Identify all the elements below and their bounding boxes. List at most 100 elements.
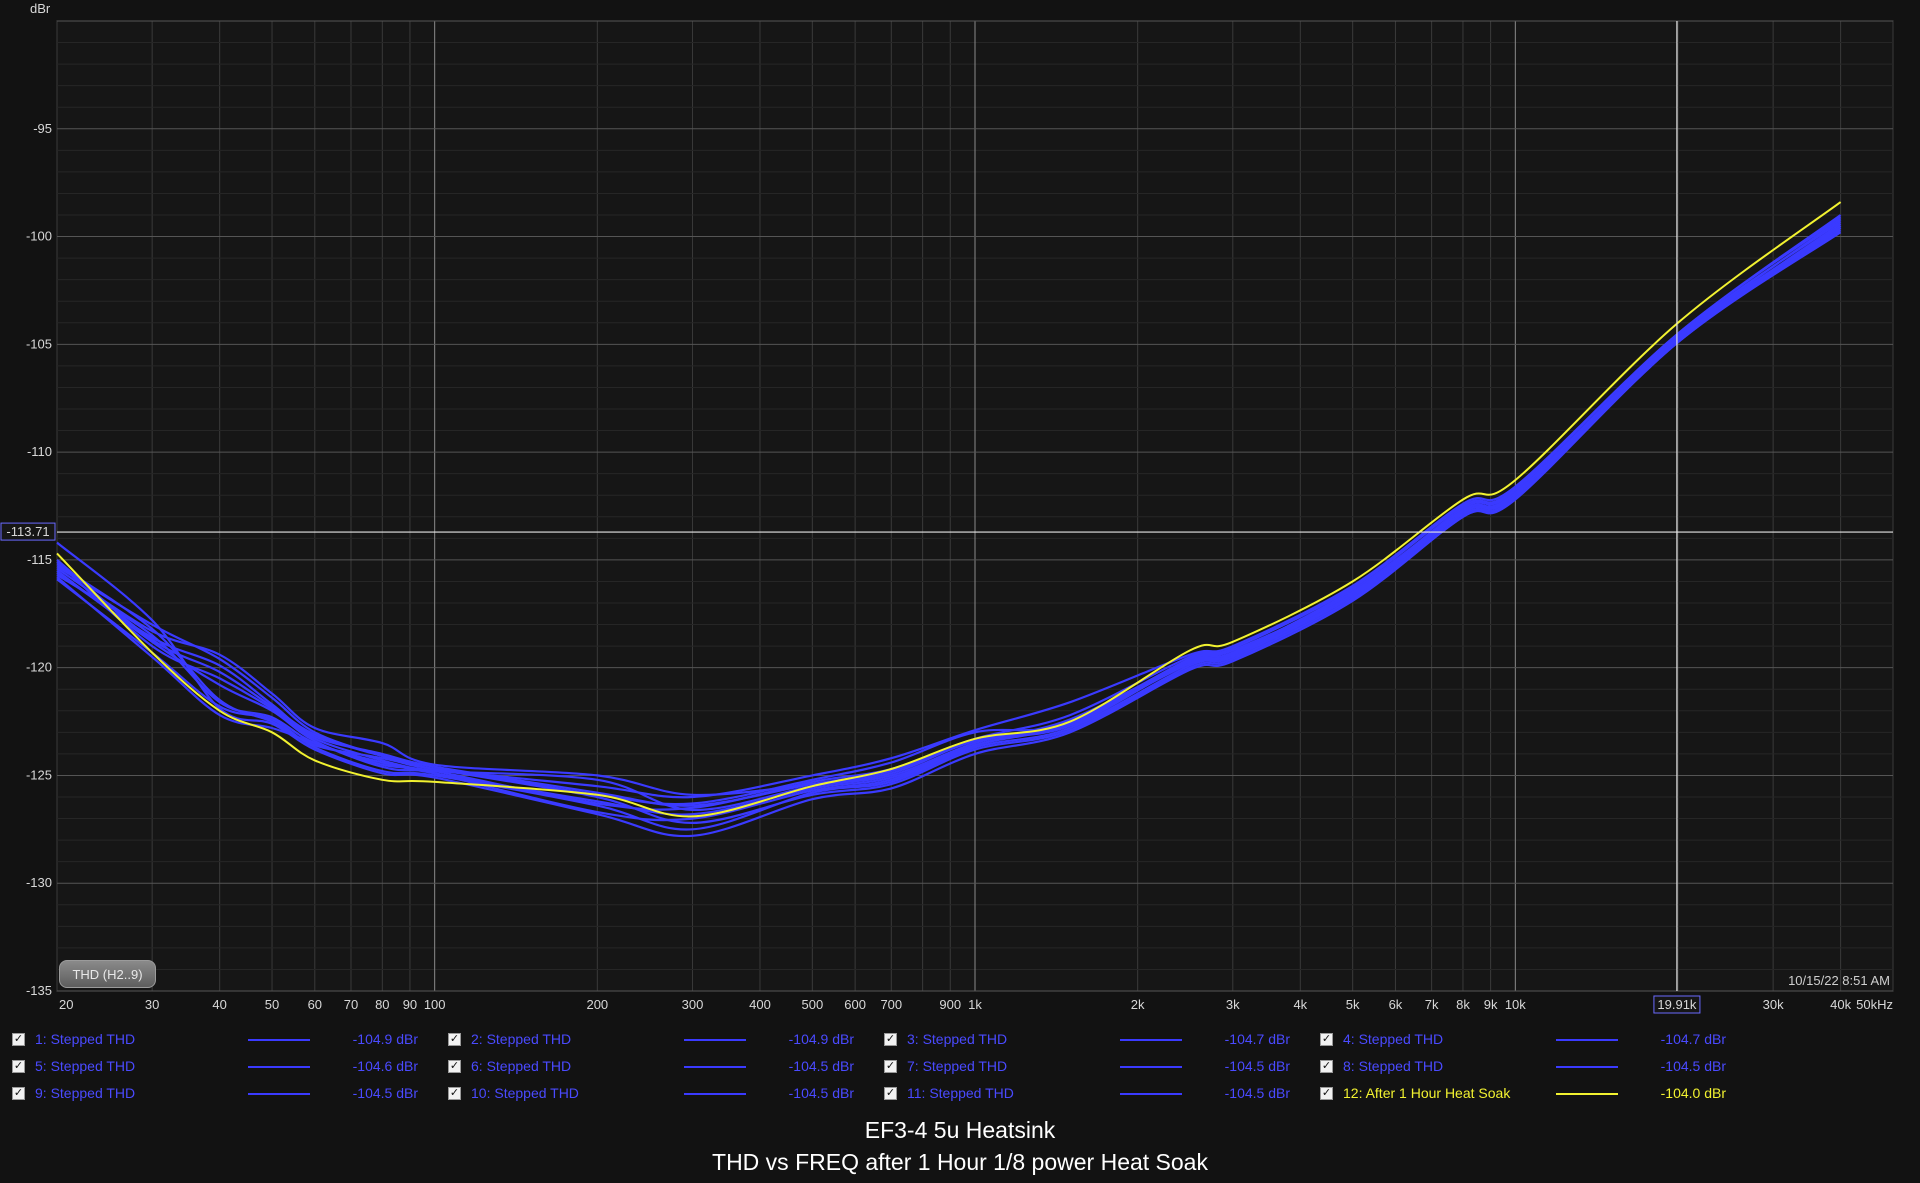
- y-axis-label: dBr: [30, 1, 51, 16]
- legend-checkbox[interactable]: ✓: [884, 1059, 897, 1073]
- x-tick-label: 20: [59, 997, 73, 1012]
- cursor-x-readout: 19.91k: [1657, 997, 1697, 1012]
- y-tick-label: -135: [26, 983, 52, 998]
- legend-item-11[interactable]: ✓ 11: Stepped THD: [884, 1081, 1014, 1105]
- legend-series-value: -104.5 dBr: [352, 1085, 418, 1101]
- y-tick-label: -115: [27, 552, 52, 567]
- x-tick-label: 60: [308, 997, 322, 1012]
- legend-checkbox[interactable]: ✓: [12, 1032, 25, 1046]
- x-tick-label: 8k: [1456, 997, 1470, 1012]
- x-tick-label: 700: [880, 997, 902, 1012]
- x-tick-label: 50: [265, 997, 279, 1012]
- legend-item-12[interactable]: ✓ 12: After 1 Hour Heat Soak: [1320, 1081, 1510, 1105]
- legend-line-swatch: [1556, 1066, 1618, 1068]
- legend-series-value: -104.5 dBr: [1660, 1058, 1726, 1074]
- legend-item-4[interactable]: ✓ 4: Stepped THD: [1320, 1027, 1443, 1051]
- legend-line-swatch: [1556, 1093, 1618, 1095]
- x-tick-label: 3k: [1226, 997, 1240, 1012]
- legend-line-swatch: [248, 1093, 310, 1095]
- legend-checkbox[interactable]: ✓: [884, 1032, 897, 1046]
- legend-line-swatch: [1120, 1066, 1182, 1068]
- legend-series-name: 6: Stepped THD: [471, 1058, 572, 1074]
- legend-item-2[interactable]: ✓ 2: Stepped THD: [448, 1027, 571, 1051]
- legend-series-value: -104.9 dBr: [788, 1031, 854, 1047]
- thd-plot[interactable]: -113.71 19.91k -95 -100 -105 -110 -115 -120 -12…: [0, 0, 1920, 1023]
- x-tick-label: 9k: [1484, 997, 1498, 1012]
- legend-series-name: 11: Stepped THD: [907, 1085, 1014, 1101]
- chart-title: EF3-4 5u Heatsink: [864, 1117, 1056, 1143]
- legend-line-swatch: [684, 1066, 746, 1068]
- x-tick-label: 80: [375, 997, 389, 1012]
- legend-checkbox[interactable]: ✓: [12, 1059, 25, 1073]
- x-tick-label: 10k: [1505, 997, 1526, 1012]
- legend-item-8[interactable]: ✓ 8: Stepped THD: [1320, 1054, 1443, 1078]
- legend-series-value: -104.5 dBr: [788, 1085, 854, 1101]
- legend-series-name: 1: Stepped THD: [35, 1031, 136, 1047]
- legend-series-name: 4: Stepped THD: [1343, 1031, 1444, 1047]
- legend-checkbox[interactable]: ✓: [1320, 1059, 1333, 1073]
- x-tick-label: 6k: [1389, 997, 1403, 1012]
- legend-series-value: -104.5 dBr: [788, 1058, 854, 1074]
- legend-line-swatch: [1556, 1039, 1618, 1041]
- legend-series-value: -104.5 dBr: [1224, 1085, 1290, 1101]
- legend-series-name: 8: Stepped THD: [1343, 1058, 1444, 1074]
- x-tick-label: 300: [682, 997, 704, 1012]
- chart-subtitle: THD vs FREQ after 1 Hour 1/8 power Heat …: [712, 1149, 1208, 1175]
- x-tick-label: 200: [586, 997, 608, 1012]
- x-tick-label: 5k: [1346, 997, 1360, 1012]
- x-tick-label: 7k: [1425, 997, 1439, 1012]
- timestamp: 10/15/22 8:51 AM: [1788, 973, 1890, 988]
- legend-item-6[interactable]: ✓ 6: Stepped THD: [448, 1054, 571, 1078]
- x-tick-label: 4k: [1293, 997, 1307, 1012]
- y-tick-label: -100: [26, 229, 52, 244]
- x-tick-label: 2k: [1131, 997, 1145, 1012]
- y-tick-label: -95: [33, 121, 52, 136]
- legend-item-7[interactable]: ✓ 7: Stepped THD: [884, 1054, 1007, 1078]
- x-tick-label: 1k: [968, 997, 982, 1012]
- legend-series-name: 12: After 1 Hour Heat Soak: [1343, 1085, 1511, 1101]
- legend-checkbox[interactable]: ✓: [884, 1086, 897, 1100]
- x-tick-label: 400: [749, 997, 771, 1012]
- y-tick-label: -125: [26, 767, 52, 782]
- y-tick-label: -105: [26, 336, 52, 351]
- legend-checkbox[interactable]: ✓: [448, 1059, 461, 1073]
- y-tick-label: -110: [27, 444, 52, 459]
- y-tick-label: -120: [26, 660, 52, 675]
- legend-series-name: 5: Stepped THD: [35, 1058, 136, 1074]
- legend-line-swatch: [1120, 1093, 1182, 1095]
- x-tick-label: 100: [424, 997, 446, 1012]
- legend-line-swatch: [684, 1039, 746, 1041]
- legend-series-value: -104.6 dBr: [352, 1058, 418, 1074]
- legend-checkbox[interactable]: ✓: [448, 1086, 461, 1100]
- legend-item-9[interactable]: ✓ 9: Stepped THD: [12, 1081, 135, 1105]
- legend-line-swatch: [1120, 1039, 1182, 1041]
- legend-line-swatch: [248, 1066, 310, 1068]
- measurement-type-button[interactable]: THD (H2..9): [59, 960, 156, 988]
- legend-item-1[interactable]: ✓ 1: Stepped THD: [12, 1027, 135, 1051]
- legend: ✓ 1: Stepped THD -104.9 dBr ✓ 2: Stepped THD…: [0, 1023, 1920, 1113]
- legend-series-value: -104.5 dBr: [1224, 1058, 1290, 1074]
- y-tick-label: -130: [26, 875, 52, 890]
- legend-line-swatch: [684, 1093, 746, 1095]
- legend-series-name: 9: Stepped THD: [35, 1085, 136, 1101]
- legend-series-value: -104.0 dBr: [1660, 1085, 1726, 1101]
- legend-item-10[interactable]: ✓ 10: Stepped THD: [448, 1081, 579, 1105]
- legend-checkbox[interactable]: ✓: [1320, 1086, 1333, 1100]
- x-tick-label: 40: [212, 997, 226, 1012]
- x-tick-label: 90: [403, 997, 417, 1012]
- x-tick-label: 500: [801, 997, 823, 1012]
- legend-series-name: 7: Stepped THD: [907, 1058, 1008, 1074]
- x-tick-label: 30k: [1763, 997, 1784, 1012]
- legend-series-name: 10: Stepped THD: [471, 1085, 579, 1101]
- legend-checkbox[interactable]: ✓: [12, 1086, 25, 1100]
- legend-checkbox[interactable]: ✓: [1320, 1032, 1333, 1046]
- cursor-y-readout: -113.71: [6, 524, 49, 539]
- legend-line-swatch: [248, 1039, 310, 1041]
- legend-series-name: 3: Stepped THD: [907, 1031, 1008, 1047]
- x-tick-label: 50kHz: [1856, 997, 1893, 1012]
- x-tick-label: 30: [145, 997, 159, 1012]
- legend-checkbox[interactable]: ✓: [448, 1032, 461, 1046]
- legend-series-value: -104.9 dBr: [352, 1031, 418, 1047]
- legend-item-5[interactable]: ✓ 5: Stepped THD: [12, 1054, 135, 1078]
- legend-item-3[interactable]: ✓ 3: Stepped THD: [884, 1027, 1007, 1051]
